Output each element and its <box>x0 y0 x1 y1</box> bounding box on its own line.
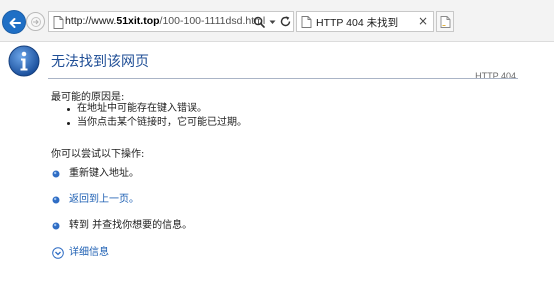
refresh-icon[interactable] <box>279 15 292 28</box>
url-text[interactable]: http://www.51xit.top/100-100-1111dsd.htm… <box>65 15 265 27</box>
back-arrow-icon <box>9 18 21 28</box>
page-icon <box>53 16 64 29</box>
list-item: 在地址中可能存在键入错误。 <box>66 102 247 116</box>
new-tab-button[interactable] <box>436 11 454 32</box>
back-button[interactable] <box>2 10 26 34</box>
new-tab-icon <box>440 16 451 28</box>
chevron-down-icon[interactable] <box>269 20 276 25</box>
causes-heading: 最可能的原因是: <box>51 92 125 103</box>
cause-list: 在地址中可能存在键入错误。 当你点击某个链接时，它可能已过期。 <box>66 102 247 130</box>
more-info-link[interactable]: 详细信息 <box>69 246 109 260</box>
list-item: 当你点击某个链接时，它可能已过期。 <box>66 116 247 130</box>
bullet-icon <box>52 170 60 178</box>
address-bar[interactable]: http://www.51xit.top/100-100-1111dsd.htm… <box>48 11 294 32</box>
page-icon <box>301 16 312 28</box>
forward-button[interactable] <box>26 12 45 31</box>
bullet-icon <box>52 222 60 230</box>
tab-http-404[interactable]: HTTP 404 未找到 × <box>296 11 434 32</box>
info-icon <box>8 45 40 77</box>
action-label: 重新键入地址。 <box>69 168 139 179</box>
page-title: 无法找到该网页 <box>51 54 149 70</box>
browser-toolbar: http://www.51xit.top/100-100-1111dsd.htm… <box>0 0 554 42</box>
url-prefix: http://www. <box>65 15 117 27</box>
close-icon[interactable]: × <box>418 14 428 28</box>
forward-arrow-icon <box>31 17 41 27</box>
action-label: 转到 并查找你想要的信息。 <box>69 220 193 231</box>
search-icon[interactable] <box>253 16 265 28</box>
divider <box>48 78 518 79</box>
url-domain: 51xit.top <box>116 15 160 27</box>
tab-title: HTTP 404 未找到 <box>316 17 399 29</box>
try-heading: 你可以尝试以下操作: <box>51 149 145 160</box>
go-back-link[interactable]: 返回到上一页。 <box>69 193 139 207</box>
chevron-down-icon[interactable] <box>52 247 64 259</box>
http-status-code: HTTP 404 <box>475 71 516 81</box>
url-path: /100-100-1111dsd.html <box>159 15 266 27</box>
bullet-icon <box>52 196 60 204</box>
